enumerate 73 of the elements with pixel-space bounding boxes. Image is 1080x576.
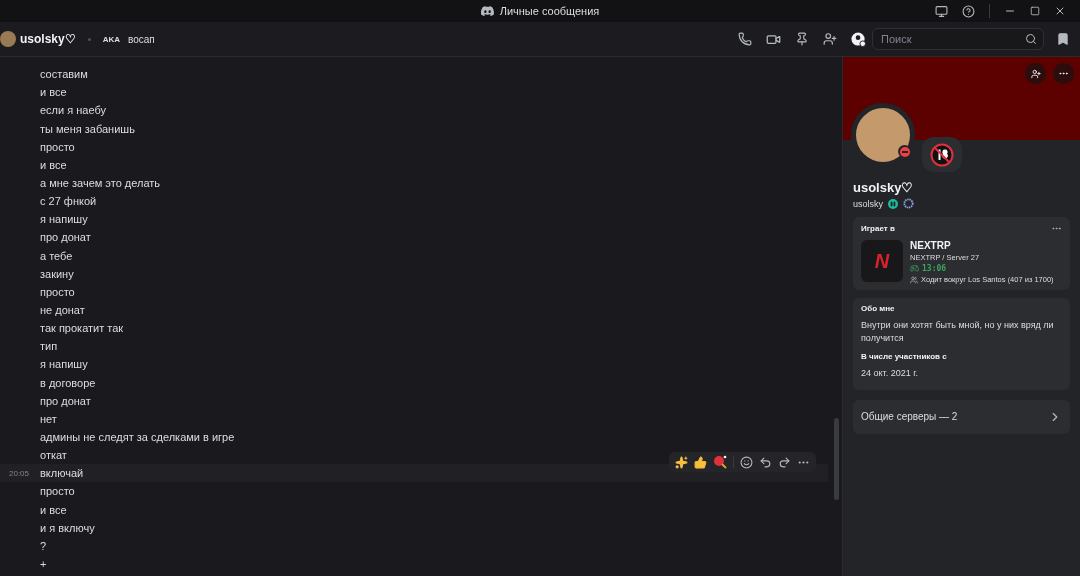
pin-icon[interactable] — [795, 32, 809, 46]
maximize-icon[interactable] — [1030, 6, 1040, 16]
message-text: откат — [40, 449, 67, 462]
message-text: и я включу — [40, 521, 95, 534]
about-text: Внутри они хотят быть мной, но у них вряд ли получится — [861, 319, 1055, 345]
window-title: Личные сообщения — [499, 5, 600, 17]
about-heading: Обо мне — [861, 304, 896, 313]
game-title: NEXTRP — [910, 240, 952, 251]
search-icon — [1025, 33, 1037, 45]
message-text: включай — [40, 467, 84, 480]
add-friend-button[interactable] — [1025, 63, 1046, 84]
message-text: с 27 фнкой — [40, 195, 97, 208]
app-logo-icon — [480, 6, 494, 16]
member-since-date: 24 окт. 2021 г. — [861, 367, 919, 380]
profile-name: usolsky♡ — [853, 180, 915, 195]
add-user-icon[interactable] — [823, 32, 837, 46]
message-text: ? — [40, 539, 47, 552]
message-text: а тебе — [40, 249, 73, 262]
message-text: ты меня забанишь — [40, 122, 135, 135]
message-text: не донат — [40, 303, 85, 316]
message-text: и все — [40, 503, 67, 516]
message-text: так прокатит так — [40, 322, 124, 335]
message-text: админы не следят за сделками в игре — [40, 430, 235, 443]
message-text: в договоре — [40, 376, 96, 389]
call-icon[interactable] — [738, 32, 752, 46]
ping-pong-icon — [713, 455, 727, 470]
emoji-icon[interactable] — [740, 455, 753, 469]
help-icon[interactable] — [962, 4, 975, 18]
user-name[interactable]: usolsky♡ — [20, 32, 76, 46]
sparkles-icon[interactable] — [675, 455, 688, 469]
thumbs-up-icon[interactable] — [694, 455, 707, 469]
reply-icon[interactable] — [759, 455, 772, 469]
message-text: а мне зачем это делать — [40, 176, 161, 189]
message-text: закину — [40, 267, 74, 280]
game-logo: N — [861, 240, 903, 282]
scrollbar-thumb[interactable] — [834, 418, 839, 500]
profile-username: usolsky — [853, 198, 883, 209]
message-text: и все — [40, 158, 67, 171]
mutual-servers-button[interactable]: Общие серверы — 2 — [853, 399, 1070, 434]
message-text: + — [40, 557, 47, 570]
message-text: просто — [40, 285, 75, 298]
message-text: тип — [40, 340, 58, 353]
add-user-icon — [1030, 68, 1041, 79]
forward-icon[interactable] — [778, 455, 791, 469]
activity-heading: Играет в — [861, 224, 895, 233]
message-text: про донат — [40, 394, 91, 407]
user-avatar[interactable] — [0, 31, 16, 47]
message-text: про донат — [40, 231, 91, 244]
message-text: просто — [40, 140, 75, 153]
aka-label: AKA — [102, 34, 121, 44]
elapsed-time: 13:06 — [922, 264, 947, 273]
message-text: составим — [40, 68, 88, 81]
message-text: просто — [40, 485, 75, 498]
search-field[interactable]: Поиск — [872, 28, 1044, 50]
users-icon — [910, 275, 918, 284]
no-18-icon — [930, 142, 954, 167]
message-text: я напишу — [40, 358, 88, 371]
message-text: нет — [40, 412, 57, 425]
nickname: восап — [128, 33, 155, 45]
do-not-disturb-icon — [899, 146, 910, 157]
close-icon[interactable] — [1054, 5, 1066, 17]
user-profile-icon[interactable] — [851, 31, 866, 47]
screen-share-icon[interactable] — [935, 4, 948, 18]
search-input[interactable]: Поиск — [879, 32, 1025, 46]
message-time: 20:05 — [9, 468, 30, 478]
message-text: и все — [40, 86, 67, 99]
bookmark-icon[interactable] — [1056, 32, 1070, 46]
message-text: я напишу — [40, 213, 88, 226]
hashtag-badge-icon — [888, 198, 898, 209]
message-text: если я наебу — [40, 104, 106, 117]
gamepad-icon — [910, 264, 919, 273]
member-since-heading: В числе участников с — [861, 352, 948, 362]
ring-badge-icon — [903, 198, 914, 209]
